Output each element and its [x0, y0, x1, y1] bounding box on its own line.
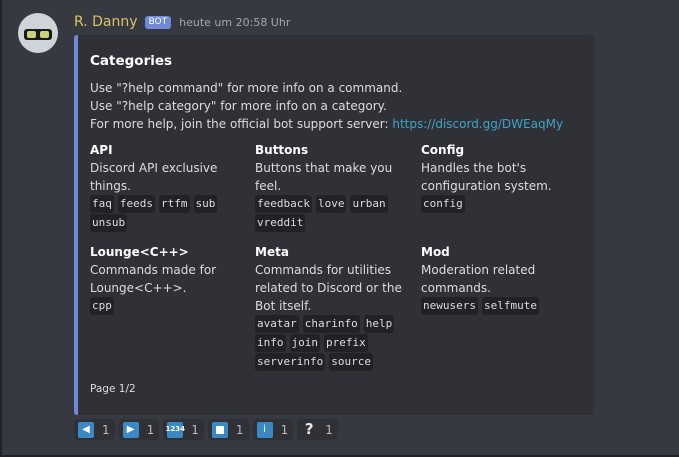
- command-code: feedback: [255, 195, 312, 213]
- command-list: feedback love urban vreddit: [255, 195, 405, 232]
- command-code: sub: [193, 195, 218, 213]
- stop-button-icon: ■: [211, 421, 228, 438]
- field-name: Config: [421, 143, 465, 157]
- command-code: help: [363, 315, 395, 333]
- command-code: serverinfo: [255, 353, 326, 371]
- support-prefix: For more help, join the official bot sup…: [90, 117, 393, 131]
- reaction-count: 1: [280, 422, 289, 437]
- field-value: Commands for utilities related to Discor…: [255, 263, 402, 313]
- reaction-arrow-forward[interactable]: ▶ 1: [118, 419, 160, 440]
- command-list: cpp: [90, 297, 240, 315]
- command-code: avatar: [255, 315, 299, 333]
- field-name: Buttons: [255, 143, 309, 157]
- command-code: info: [255, 334, 286, 352]
- field-config: Config Handles the bot's configuration sy…: [421, 141, 581, 213]
- reaction-count: 1: [191, 422, 199, 437]
- support-server-link[interactable]: https://discord.gg/DWEaqMy: [392, 117, 563, 131]
- window-frame-left: [0, 0, 2, 457]
- command-code: source: [329, 353, 373, 371]
- field-name: Meta: [255, 245, 289, 259]
- command-code: love: [315, 195, 347, 213]
- message-header: R. Danny BOT heute um 20:58 Uhr: [74, 13, 290, 31]
- field-value: Buttons that make you feel.: [255, 161, 393, 193]
- field-value: Handles the bot's configuration system.: [421, 161, 552, 193]
- embed-description: Use "?help command" for more info on a c…: [90, 79, 580, 133]
- description-line: Use "?help command" for more info on a c…: [90, 81, 403, 95]
- command-code: prefix: [324, 334, 368, 352]
- question-mark-icon: ?: [304, 420, 314, 438]
- field-value: Discord API exclusive things.: [90, 161, 218, 193]
- command-code: charinfo: [302, 315, 360, 333]
- command-list: avatar charinfo help info join prefix serverin…: [255, 315, 405, 371]
- command-code: cpp: [90, 297, 114, 315]
- reaction-stop-button[interactable]: ■1: [207, 419, 249, 440]
- reaction-input-numbers[interactable]: 1234 1: [163, 419, 204, 440]
- field-value: Moderation related commands.: [421, 263, 536, 295]
- field-buttons: Buttons Buttons that make you feel. feedba…: [255, 141, 405, 232]
- field-api: API Discord API exclusive things. faq feeds…: [90, 141, 240, 232]
- embed-title: Categories: [90, 53, 173, 69]
- field-lounge-c: Lounge<C++> Commands made for Lounge<C++>…: [90, 243, 240, 315]
- reaction-bar: ◀1▶112341■1i1?1: [74, 419, 338, 440]
- command-list: newusers selfmute: [421, 297, 581, 315]
- description-support-line: For more help, join the official bot sup…: [90, 115, 580, 133]
- author-name[interactable]: R. Danny: [74, 14, 138, 30]
- arrow-backward-icon: ◀: [78, 421, 94, 438]
- reaction-count: 1: [102, 422, 110, 437]
- message-timestamp[interactable]: heute um 20:58 Uhr: [179, 16, 290, 29]
- description-line: Use "?help category" for more info on a …: [90, 99, 387, 113]
- avatar[interactable]: [18, 13, 58, 53]
- help-embed: Categories Use "?help command" for more …: [74, 35, 594, 415]
- reaction-count: 1: [146, 422, 155, 437]
- reaction-count: 1: [235, 422, 244, 437]
- field-name: API: [90, 143, 113, 157]
- bot-badge: BOT: [144, 15, 172, 29]
- command-code: newusers: [421, 297, 478, 315]
- information-icon: i: [256, 421, 273, 438]
- glasses-icon: [24, 29, 52, 40]
- reaction-information[interactable]: i1: [252, 419, 294, 440]
- command-code: feeds: [117, 195, 155, 213]
- command-list: faq feeds rtfm sub unsub: [90, 195, 240, 232]
- command-code: urban: [350, 195, 388, 213]
- input-numbers-icon: 1234: [166, 421, 185, 438]
- reaction-question-mark[interactable]: ? 1: [297, 419, 338, 440]
- field-name: Mod: [421, 245, 450, 259]
- command-list: config: [421, 195, 581, 213]
- field-meta: Meta Commands for utilities related to Di…: [255, 243, 405, 371]
- command-code: rtfm: [159, 195, 190, 213]
- reaction-arrow-backward[interactable]: ◀ 1: [74, 419, 115, 440]
- arrow-forward-icon: ▶: [122, 421, 139, 438]
- command-code: unsub: [90, 214, 128, 232]
- field-value: Commands made for Lounge<C++>.: [90, 263, 217, 295]
- command-code: config: [421, 195, 465, 213]
- command-code: faq: [90, 195, 114, 213]
- field-name: Lounge<C++>: [90, 245, 189, 259]
- command-code: selfmute: [481, 297, 539, 315]
- reaction-count: 1: [325, 422, 333, 437]
- command-code: join: [289, 334, 320, 352]
- command-code: vreddit: [255, 214, 306, 232]
- field-mod: Mod Moderation related commands. newusers s…: [421, 243, 581, 315]
- embed-footer: Page 1/2: [90, 383, 136, 395]
